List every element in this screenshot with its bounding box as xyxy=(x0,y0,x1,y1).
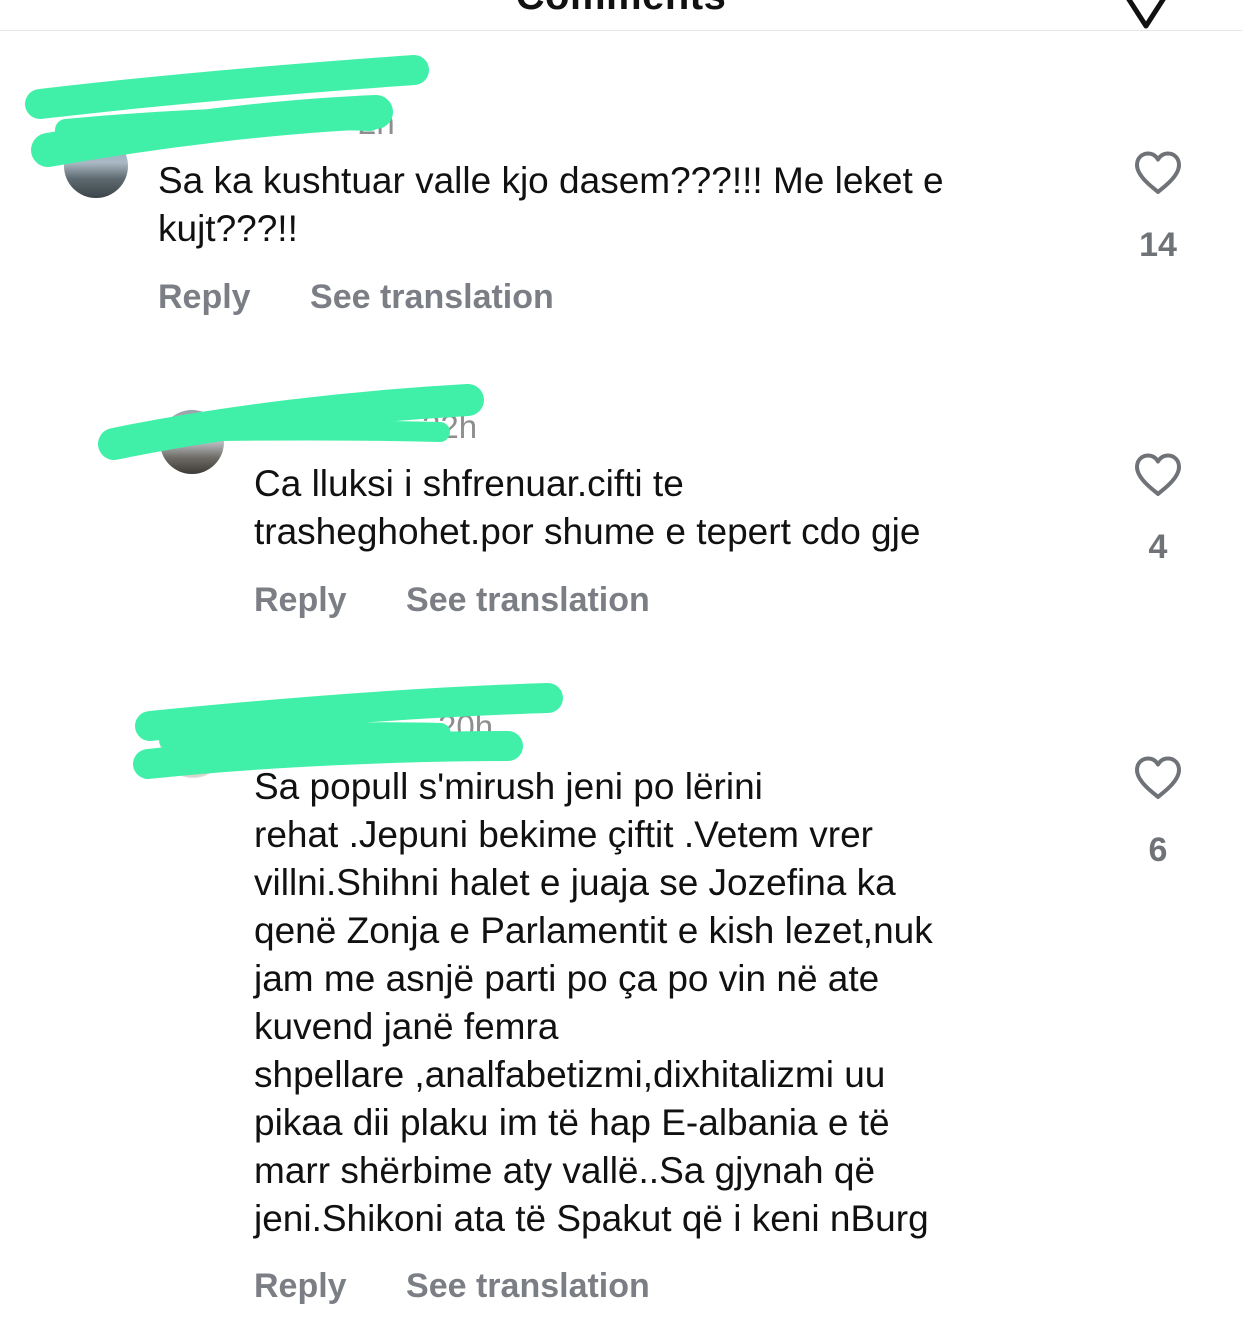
comment-line: Sa popull s'mirush jeni po lërini xyxy=(254,766,763,807)
comment-time: 22h xyxy=(422,408,478,445)
sheet-title: Comments xyxy=(0,0,1242,19)
comment-line: trasheghohet.por shume e tepert cdo gje xyxy=(254,511,921,552)
comment-line: rehat .Jepuni bekime çiftit .Vetem vrer xyxy=(254,814,873,855)
comment-actions: Reply See translation xyxy=(158,278,554,317)
comment-line: jeni.Shikoni ata të Spakut që i keni nBu… xyxy=(254,1198,929,1239)
comment-line: pikaa dii plaku im të hap E-albania e të xyxy=(254,1102,890,1143)
comment-actions: Reply See translation xyxy=(254,1267,650,1306)
like-count: 14 xyxy=(1139,226,1177,264)
comment-line: Ca lluksi i shfrenuar.cifti te xyxy=(254,463,684,504)
comment-meta: 20h xyxy=(254,708,493,746)
heart-icon[interactable] xyxy=(1133,755,1183,801)
comment-time: 20h xyxy=(438,708,494,745)
avatar[interactable] xyxy=(160,712,226,778)
heart-icon[interactable] xyxy=(1133,150,1183,196)
comment-text: Sa ka kushtuar valle kjo dasem???!!! Me … xyxy=(158,157,944,253)
reply-button[interactable]: Reply xyxy=(254,1267,347,1306)
heart-icon[interactable] xyxy=(1133,452,1183,498)
like-count: 6 xyxy=(1148,831,1168,869)
see-translation-button[interactable]: See translation xyxy=(310,278,554,317)
comment-meta: 2h xyxy=(158,104,395,142)
comment-line: jam me asnjë parti po ça po vin në ate xyxy=(254,958,880,999)
comment-line: Sa ka kushtuar valle kjo dasem???!!! Me … xyxy=(158,160,944,201)
comment-line: shpellare ,analfabetizmi,dixhitalizmi uu xyxy=(254,1054,886,1095)
comment-line: villni.Shihni halet e juaja se Jozefina … xyxy=(254,862,896,903)
comment-line: qenë Zonja e Parlamentit e kish lezet,nu… xyxy=(254,910,933,951)
reply-button[interactable]: Reply xyxy=(254,581,347,620)
comment-time: 2h xyxy=(358,104,395,141)
redaction-stroke xyxy=(25,55,429,119)
comment-text: Sa popull s'mirush jeni po lërini rehat … xyxy=(254,763,933,1243)
sheet-header: Comments xyxy=(0,0,1242,31)
avatar[interactable] xyxy=(160,410,224,474)
comment-line: marr shërbime aty vallë..Sa gjynah që xyxy=(254,1150,876,1191)
reply-button[interactable]: Reply xyxy=(158,278,251,317)
comment-line: kujt???!! xyxy=(158,208,298,249)
see-translation-button[interactable]: See translation xyxy=(406,581,650,620)
like-count: 4 xyxy=(1148,528,1168,566)
comment-meta: 22h xyxy=(254,408,477,446)
see-translation-button[interactable]: See translation xyxy=(406,1267,650,1306)
filter-icon[interactable] xyxy=(1124,0,1168,30)
comment-line: kuvend janë femra xyxy=(254,1006,559,1047)
avatar[interactable] xyxy=(64,134,128,198)
comment-actions: Reply See translation xyxy=(254,581,650,620)
comment-text: Ca lluksi i shfrenuar.cifti te trashegho… xyxy=(254,460,920,556)
